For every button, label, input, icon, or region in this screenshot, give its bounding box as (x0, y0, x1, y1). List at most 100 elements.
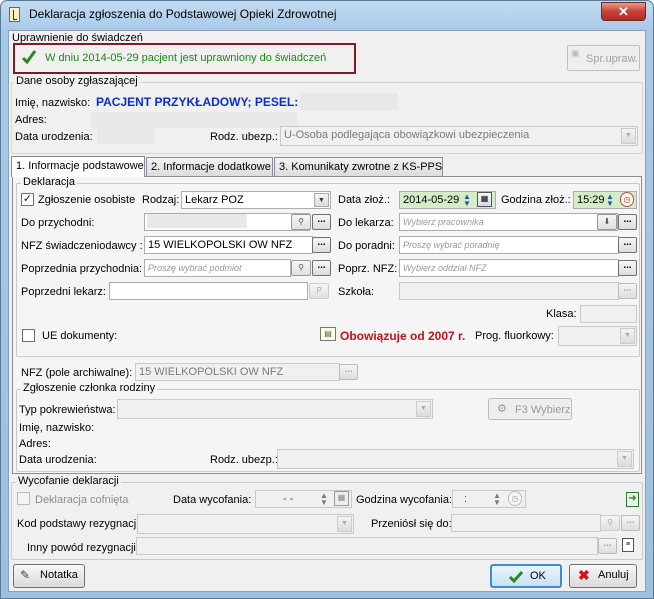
f3-wybierz-label: F3 Wybierz (515, 404, 571, 416)
rodzaj-value: Lekarz POZ (185, 194, 244, 206)
data-wycofania-field[interactable]: - - ▲ ▼ ▦ (255, 490, 352, 508)
inny-powod-label: Inny powód rezygnacji: (27, 542, 139, 554)
poprz-lekarz-field[interactable] (109, 282, 308, 300)
chevron-down-icon: ▼ (337, 516, 352, 532)
osoba-dob-label: Data urodzenia: (15, 131, 93, 143)
chevron-down-icon: ▼ (416, 401, 431, 417)
rodzina-name-label: Imię, nazwisko: (19, 422, 95, 434)
godzina-wycofania-field[interactable]: : ▲ ▼ ◷ (452, 490, 526, 508)
data-zloz-label: Data złoż.: (338, 194, 390, 206)
calendar-icon[interactable]: ▦ (477, 192, 492, 207)
spinner-icon[interactable]: ▲ ▼ (320, 492, 328, 507)
rodzina-group-title: Zgłoszenie członka rodziny (21, 382, 158, 394)
osoba-rodz-select[interactable]: U-Osoba podlegająca obowiązkowi ubezpiec… (280, 126, 638, 146)
do-przychodni-field[interactable] (144, 213, 310, 231)
nfz-swiadcz-browse-button[interactable]: ... (312, 237, 331, 253)
szkola-field[interactable] (399, 282, 619, 300)
spinner-icon[interactable]: ▲ ▼ (606, 193, 614, 208)
godzina-wycofania-label: Godzina wycofania: (356, 494, 452, 506)
ue-dokumenty-label: UE dokumenty: (42, 330, 118, 342)
lookup-icon[interactable]: ⚲ (291, 214, 311, 230)
ue-dokumenty-checkbox[interactable] (22, 329, 35, 342)
uprawnienie-status-box: W dniu 2014-05-29 pacjent jest uprawnion… (13, 43, 356, 74)
data-zloz-field[interactable]: 2014-05-29 ▲ ▼ ▦ (399, 191, 496, 209)
anuluj-button[interactable]: ✖ Anuluj (569, 564, 637, 588)
inny-powod-field[interactable] (136, 537, 598, 555)
do-poradni-field[interactable]: Proszę wybrać poradnię (399, 236, 619, 254)
osoba-name-label: Imię, nazwisko: (15, 97, 91, 109)
poprz-nfz-label: Poprz. NFZ: (338, 263, 398, 275)
rodzina-rodz-select[interactable]: ▼ (277, 449, 634, 469)
poprz-przychodnia-field[interactable]: Proszę wybrać podmiot (144, 259, 291, 277)
kod-rezygnacji-select[interactable]: ▼ (137, 514, 354, 534)
close-button[interactable]: ✕ (601, 2, 646, 21)
calendar-icon[interactable]: ▦ (334, 491, 349, 506)
rodzina-rodz-label: Rodz. ubezp.: (210, 454, 278, 466)
klasa-label: Klasa: (546, 308, 577, 320)
clock-icon[interactable]: ◷ (620, 192, 634, 207)
f3-wybierz-button[interactable]: ⚙ F3 Wybierz (488, 398, 572, 420)
godzina-zloz-field[interactable]: 15:29 ▲ ▼ ◷ (573, 191, 637, 209)
spinner-icon[interactable]: ▲ ▼ (493, 492, 501, 507)
uprawnienie-message: W dniu 2014-05-29 pacjent jest uprawnion… (45, 52, 327, 64)
spr-upraw-button[interactable]: ▣ Spr.upraw. (567, 45, 640, 71)
szkola-browse-button[interactable]: ... (618, 283, 637, 299)
tab-komunikaty-zwrotne[interactable]: 3. Komunikaty zwrotne z KS-PPS (274, 157, 443, 176)
lookup-icon[interactable]: ⚲ (600, 515, 620, 531)
poprz-przychodnia-browse-button[interactable]: ... (312, 260, 331, 276)
spinner-icon[interactable]: ▲ ▼ (463, 193, 471, 208)
chevron-down-icon: ▼ (620, 328, 635, 344)
poprz-nfz-browse-button[interactable]: ... (618, 260, 637, 276)
prog-fluorkowy-select[interactable]: ▼ (558, 326, 637, 346)
chevron-down-icon: ▼ (314, 193, 329, 207)
typ-pokrewienstwa-label: Typ pokrewieństwa: (19, 404, 116, 416)
nfz-arch-browse-button[interactable]: ... (339, 364, 358, 380)
deklaracja-group-title: Deklaracja (21, 176, 77, 188)
gear-icon: ⚙ (497, 403, 507, 415)
inny-powod-browse-button[interactable]: ... (598, 538, 617, 554)
notes-icon[interactable]: ≡ (622, 538, 634, 552)
do-przychodni-browse-button[interactable]: ... (312, 214, 331, 230)
do-przychodni-label: Do przychodni: (21, 217, 95, 229)
tab-informacje-podstawowe[interactable]: 1. Informacje podstawowe (11, 156, 145, 177)
przeniosl-browse-button[interactable]: ... (621, 515, 640, 531)
przeniosl-label: Przeniósł się do: (371, 518, 452, 530)
przeniosl-field[interactable] (451, 514, 601, 532)
klasa-field[interactable] (580, 305, 637, 323)
clear-field-icon[interactable]: P (309, 283, 329, 299)
clock-icon[interactable]: ◷ (508, 491, 522, 506)
nfz-arch-field[interactable]: 15 WIELKOPOLSKI OW NFZ (135, 363, 340, 381)
przychodnia-redacted (147, 214, 247, 228)
tab-informacje-dodatkowe[interactable]: 2. Informacje dodatkowe (146, 157, 273, 176)
select-lekarz-icon[interactable]: ⬇ (597, 214, 617, 230)
zgloszenie-osobiste-checkbox[interactable]: ✓ (21, 193, 34, 206)
anuluj-label: Anuluj (598, 569, 629, 581)
godzina-wycofania-value: : (464, 493, 468, 505)
lookup-icon[interactable]: ⚲ (291, 260, 311, 276)
window-title: Deklaracja zgłoszenia do Podstawowej Opi… (29, 7, 337, 21)
nfz-swiadcz-field[interactable]: 15 WIELKOPOLSKI OW NFZ (144, 236, 313, 254)
godzina-zloz-value: 15:29 (577, 194, 605, 206)
checkmark-icon (21, 50, 37, 65)
nfz-arch-value: 15 WIELKOPOLSKI OW NFZ (139, 366, 284, 378)
checkmark-icon (508, 571, 524, 584)
nfz-arch-label: NFZ (pole archiwalne): (21, 367, 133, 379)
poprz-nfz-field[interactable]: Wybierz oddział NFZ (399, 259, 619, 277)
nfz-swiadcz-value: 15 WIELKOPOLSKI OW NFZ (148, 239, 293, 251)
dob-redacted (97, 128, 154, 144)
rodzaj-select[interactable]: Lekarz POZ ▼ (181, 191, 331, 209)
typ-pokrewienstwa-select[interactable]: ▼ (117, 399, 433, 419)
do-lekarza-field[interactable]: Wybierz pracownika (399, 213, 618, 231)
exit-arrow-icon[interactable]: ➜ (626, 492, 639, 507)
godzina-zloz-label: Godzina złoż.: (501, 194, 571, 206)
deklaracja-cofnieta-checkbox[interactable] (17, 492, 30, 505)
osoba-rodz-value: U-Osoba podlegająca obowiązkowi ubezpiec… (284, 129, 530, 141)
document-icon: ▤ (320, 327, 336, 341)
do-lekarza-browse-button[interactable]: ... (618, 214, 637, 230)
notatka-button[interactable]: ✎ Notatka (13, 564, 85, 588)
do-lekarza-label: Do lekarza: (338, 217, 394, 229)
do-poradni-browse-button[interactable]: ... (618, 237, 637, 253)
title-bar[interactable]: Deklaracja zgłoszenia do Podstawowej Opi… (1, 1, 653, 29)
app-icon (9, 7, 20, 22)
ok-button[interactable]: OK (490, 564, 562, 588)
